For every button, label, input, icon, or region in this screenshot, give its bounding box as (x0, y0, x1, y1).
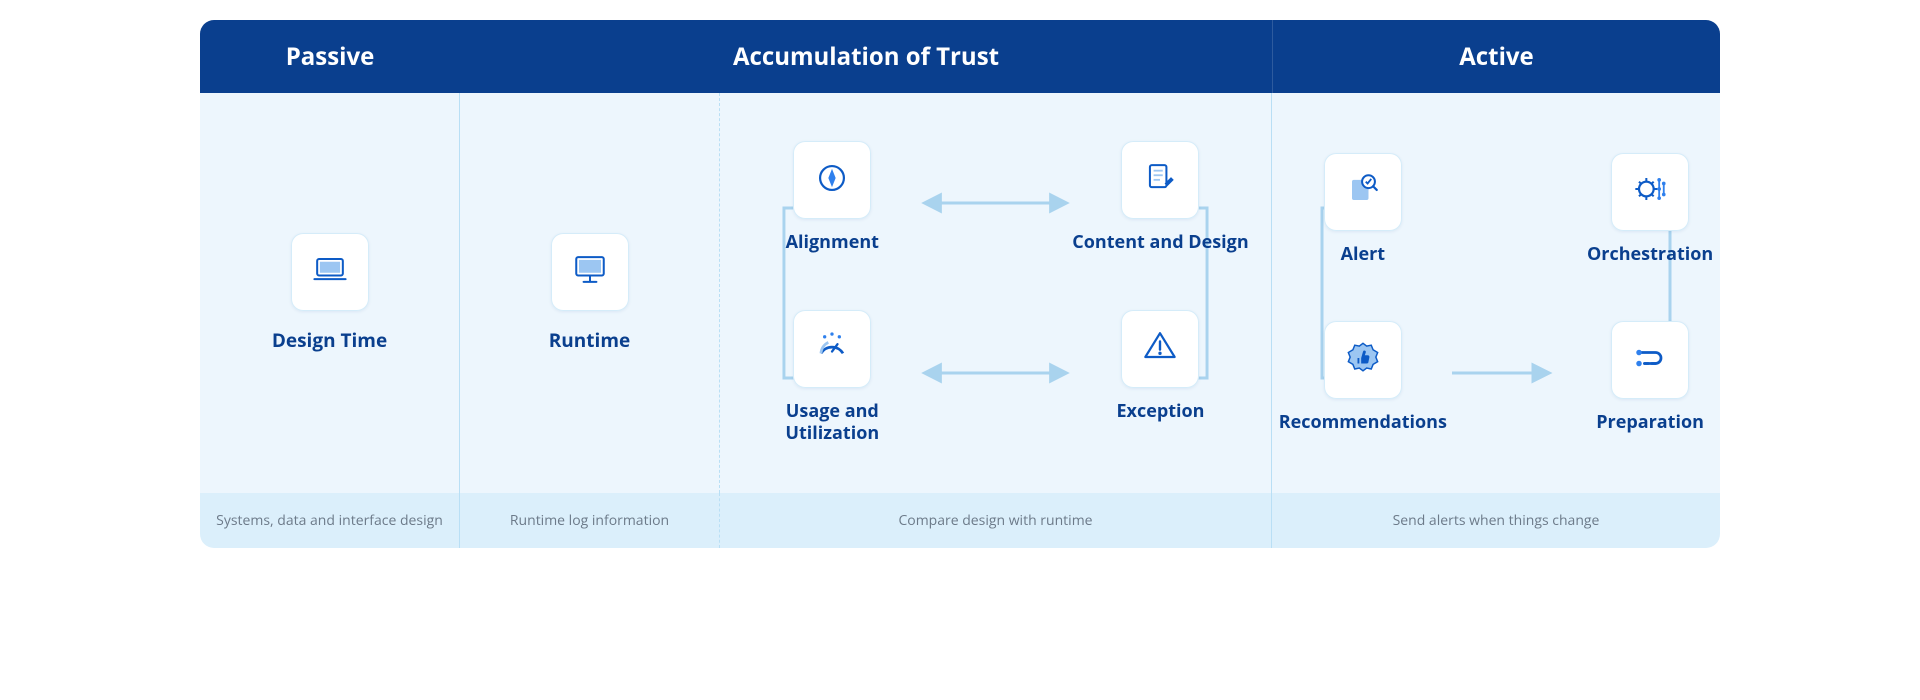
compass-icon (810, 156, 854, 205)
monitor-icon (568, 248, 612, 297)
gauge-icon (810, 324, 854, 373)
usage-cell: Usage and Utilization (742, 310, 922, 445)
col-compare: Alignment Content and Design (720, 93, 1272, 493)
route-icon (1628, 336, 1672, 385)
thumbs-up-badge-icon (1341, 336, 1385, 385)
alignment-label: Alignment (786, 231, 879, 254)
caption-passive: Systems, data and interface design (200, 493, 460, 548)
preparation-cell: Preparation (1587, 321, 1713, 434)
recommendations-cell: Recommendations (1279, 321, 1447, 434)
laptop-icon (308, 248, 352, 297)
alignment-cell: Alignment (742, 141, 922, 254)
design-time-tile (291, 233, 369, 311)
compare-grid: Alignment Content and Design (742, 141, 1248, 445)
header-row: Passive Accumulation of Trust Active (200, 20, 1720, 93)
body-row: Design Time Runtime (200, 93, 1720, 493)
caption-runtime: Runtime log information (460, 493, 720, 548)
trust-diagram: Passive Accumulation of Trust Active Des… (200, 20, 1720, 548)
exception-label: Exception (1116, 400, 1204, 423)
header-accumulation: Accumulation of Trust (460, 20, 1272, 93)
magnify-document-icon (1341, 167, 1385, 216)
orchestration-cell: Orchestration (1587, 153, 1713, 266)
caption-active: Send alerts when things change (1272, 493, 1720, 548)
content-design-cell: Content and Design (1072, 141, 1248, 254)
header-passive: Passive (200, 20, 460, 93)
active-grid: Alert (1279, 153, 1714, 434)
header-active: Active (1272, 20, 1720, 93)
document-pencil-icon (1138, 156, 1182, 205)
recommendations-label: Recommendations (1279, 411, 1447, 434)
col-runtime: Runtime (460, 93, 720, 493)
usage-label: Usage and Utilization (742, 400, 922, 445)
exception-cell: Exception (1072, 310, 1248, 445)
caption-compare: Compare design with runtime (720, 493, 1272, 548)
warning-icon (1138, 324, 1182, 373)
footer-row: Systems, data and interface design Runti… (200, 493, 1720, 548)
preparation-label: Preparation (1596, 411, 1704, 434)
gear-network-icon (1628, 167, 1672, 216)
col-passive: Design Time (200, 93, 460, 493)
content-design-label: Content and Design (1072, 231, 1248, 254)
design-time-label: Design Time (272, 329, 387, 353)
orchestration-label: Orchestration (1587, 243, 1713, 266)
runtime-tile (551, 233, 629, 311)
alert-cell: Alert (1279, 153, 1447, 266)
alert-label: Alert (1341, 243, 1386, 266)
col-active: Alert (1272, 93, 1720, 493)
runtime-label: Runtime (549, 329, 630, 353)
